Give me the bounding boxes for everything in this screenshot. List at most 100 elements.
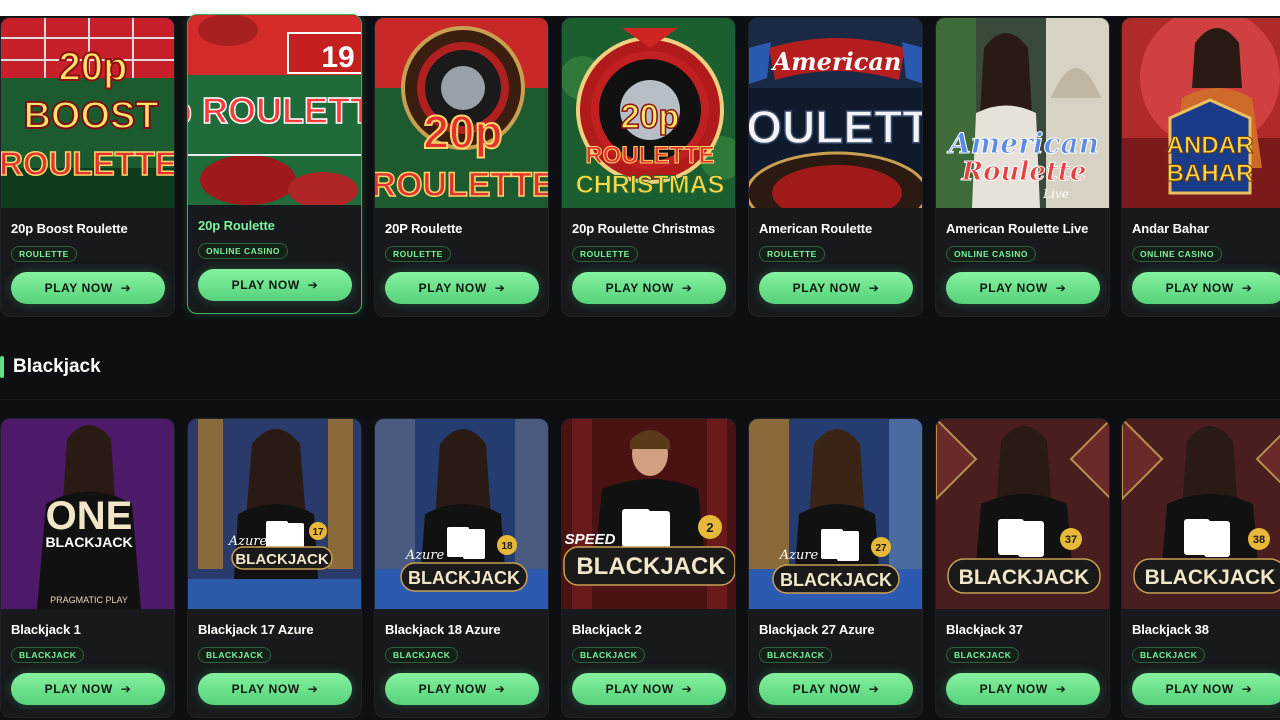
- play-now-button[interactable]: PLAY NOW ➔: [11, 272, 165, 304]
- play-now-button[interactable]: PLAY NOW ➔: [572, 673, 726, 705]
- play-now-button[interactable]: PLAY NOW ➔: [759, 272, 913, 304]
- game-title[interactable]: 20p Roulette Christmas: [572, 221, 715, 236]
- game-title[interactable]: Blackjack 27 Azure: [759, 622, 875, 637]
- game-card[interactable]: 20p ROULETTE CHRISTMAS 20p Roulette Chri…: [561, 17, 736, 317]
- game-card[interactable]: 20p ROULETTE 20P Roulette ROULETTE PLAY …: [374, 17, 549, 317]
- game-card[interactable]: 2 SPEED BLACKJACK Blackjack 2 BLACKJACK …: [561, 418, 736, 718]
- play-now-label: PLAY NOW: [979, 281, 1048, 295]
- game-thumbnail[interactable]: 27 Azure BLACKJACK: [749, 419, 922, 609]
- category-badge: BLACKJACK: [759, 647, 833, 663]
- game-title[interactable]: 20p Roulette: [198, 218, 275, 233]
- game-card[interactable]: 18 Azure BLACKJACK Blackjack 18 Azure BL…: [374, 418, 549, 718]
- game-card[interactable]: 17 Azure BLACKJACK Blackjack 17 Azure BL…: [187, 418, 362, 718]
- game-card[interactable]: 27 Azure BLACKJACK Blackjack 27 Azure BL…: [748, 418, 923, 718]
- art-text: 38: [1253, 534, 1265, 546]
- play-now-label: PLAY NOW: [44, 281, 113, 295]
- play-now-label: PLAY NOW: [231, 682, 300, 696]
- arrow-right-icon: ➔: [868, 682, 880, 696]
- arrow-right-icon: ➔: [307, 682, 319, 696]
- play-now-button[interactable]: PLAY NOW ➔: [198, 673, 352, 705]
- art-text: ROULETTE: [585, 142, 714, 169]
- art-text: BLACKJACK: [408, 568, 520, 588]
- arrow-right-icon: ➔: [681, 281, 693, 295]
- game-card[interactable]: 38 BLACKJACK Blackjack 38 BLACKJACK PLAY…: [1121, 418, 1280, 718]
- game-thumbnail[interactable]: 20p ROULETTE: [375, 18, 549, 208]
- category-badge: ONLINE CASINO: [946, 246, 1037, 262]
- art-text: ANDAR: [1167, 132, 1254, 159]
- art-text: BAHAR: [1167, 160, 1254, 187]
- game-thumbnail[interactable]: 2 SPEED BLACKJACK: [562, 419, 735, 609]
- art-text: 20p: [423, 106, 502, 158]
- art-text: ROULETTE: [375, 166, 549, 204]
- category-badge: BLACKJACK: [1132, 647, 1206, 663]
- art-text: SPEED: [565, 531, 616, 548]
- game-title[interactable]: Andar Bahar: [1132, 221, 1209, 236]
- roulette-row: 20p BOOST ROULETTE 20p Boost Roulette RO…: [0, 14, 1280, 317]
- game-card[interactable]: 37 BLACKJACK Blackjack 37 BLACKJACK PLAY…: [935, 418, 1110, 718]
- play-now-button[interactable]: PLAY NOW ➔: [1132, 673, 1280, 705]
- section-accent-bar: [0, 356, 4, 378]
- art-text: CHRISTMAS: [576, 171, 725, 199]
- arrow-right-icon: ➔: [307, 278, 319, 292]
- art-text: 2: [706, 520, 713, 535]
- game-title[interactable]: 20p Boost Roulette: [11, 221, 128, 236]
- play-now-button[interactable]: PLAY NOW ➔: [946, 272, 1100, 304]
- game-card[interactable]: 20p BOOST ROULETTE 20p Boost Roulette RO…: [0, 17, 175, 317]
- game-thumbnail[interactable]: ANDAR BAHAR: [1122, 18, 1280, 208]
- game-thumbnail[interactable]: American Roulette Live: [936, 18, 1109, 208]
- play-now-label: PLAY NOW: [418, 682, 487, 696]
- play-now-label: PLAY NOW: [1165, 281, 1234, 295]
- art-text: PRAGMATIC PLAY: [50, 595, 128, 605]
- arrow-right-icon: ➔: [868, 281, 880, 295]
- blackjack-row: ONE BLACKJACK PRAGMATIC PLAY Blackjack 1…: [0, 418, 1280, 718]
- art-text: BLACKJACK: [959, 566, 1090, 589]
- game-title[interactable]: Blackjack 17 Azure: [198, 622, 314, 637]
- play-now-button[interactable]: PLAY NOW ➔: [385, 272, 539, 304]
- game-card[interactable]: American ROULETTE American Roulette ROUL…: [748, 17, 923, 317]
- game-thumbnail[interactable]: 17 Azure BLACKJACK: [188, 419, 361, 609]
- game-thumbnail[interactable]: 20p BOOST ROULETTE: [1, 18, 175, 208]
- game-title[interactable]: Blackjack 38: [1132, 622, 1209, 637]
- play-now-label: PLAY NOW: [231, 278, 300, 292]
- play-now-button[interactable]: PLAY NOW ➔: [1132, 272, 1280, 304]
- category-badge: BLACKJACK: [385, 647, 459, 663]
- game-thumbnail[interactable]: American ROULETTE: [749, 18, 922, 208]
- arrow-right-icon: ➔: [494, 682, 506, 696]
- play-now-button[interactable]: PLAY NOW ➔: [11, 673, 165, 705]
- play-now-button[interactable]: PLAY NOW ➔: [946, 673, 1100, 705]
- game-card[interactable]: 19 0p ROULETTE 20p Roulette ONLINE CASIN…: [187, 14, 362, 314]
- game-card[interactable]: ANDAR BAHAR Andar Bahar ONLINE CASINO PL…: [1121, 17, 1280, 317]
- game-thumbnail[interactable]: 37 BLACKJACK: [936, 419, 1109, 609]
- category-badge: BLACKJACK: [11, 647, 85, 663]
- art-text: Azure: [405, 548, 445, 563]
- game-title[interactable]: American Roulette Live: [946, 221, 1088, 236]
- art-text: ONE: [46, 494, 133, 538]
- category-badge: ONLINE CASINO: [1132, 246, 1223, 262]
- game-title[interactable]: 20P Roulette: [385, 221, 462, 236]
- play-now-button[interactable]: PLAY NOW ➔: [385, 673, 539, 705]
- art-text: American: [946, 127, 1099, 160]
- game-title[interactable]: Blackjack 18 Azure: [385, 622, 501, 637]
- game-thumbnail[interactable]: 19 0p ROULETTE: [188, 15, 362, 205]
- section-divider: [0, 399, 1280, 400]
- game-thumbnail[interactable]: 20p ROULETTE CHRISTMAS: [562, 18, 735, 208]
- game-thumbnail[interactable]: 18 Azure BLACKJACK: [375, 419, 548, 609]
- play-now-button[interactable]: PLAY NOW ➔: [759, 673, 913, 705]
- game-thumbnail[interactable]: ONE BLACKJACK PRAGMATIC PLAY: [1, 419, 174, 609]
- play-now-button[interactable]: PLAY NOW ➔: [198, 269, 352, 301]
- game-thumbnail[interactable]: 38 BLACKJACK: [1122, 419, 1280, 609]
- art-text: BLACKJACK: [780, 570, 892, 590]
- art-text: BLACKJACK: [1145, 566, 1276, 589]
- category-badge: ROULETTE: [11, 246, 77, 262]
- art-text: 0p ROULETTE: [188, 90, 362, 131]
- game-card[interactable]: American Roulette Live American Roulette…: [935, 17, 1110, 317]
- game-title[interactable]: Blackjack 2: [572, 622, 642, 637]
- top-strip: [0, 0, 1280, 16]
- art-text: ROULETTE: [1, 145, 175, 182]
- play-now-button[interactable]: PLAY NOW ➔: [572, 272, 726, 304]
- game-title[interactable]: Blackjack 1: [11, 622, 81, 637]
- game-title[interactable]: Blackjack 37: [946, 622, 1023, 637]
- game-card[interactable]: ONE BLACKJACK PRAGMATIC PLAY Blackjack 1…: [0, 418, 175, 718]
- art-text: Live: [1042, 187, 1069, 201]
- game-title[interactable]: American Roulette: [759, 221, 872, 236]
